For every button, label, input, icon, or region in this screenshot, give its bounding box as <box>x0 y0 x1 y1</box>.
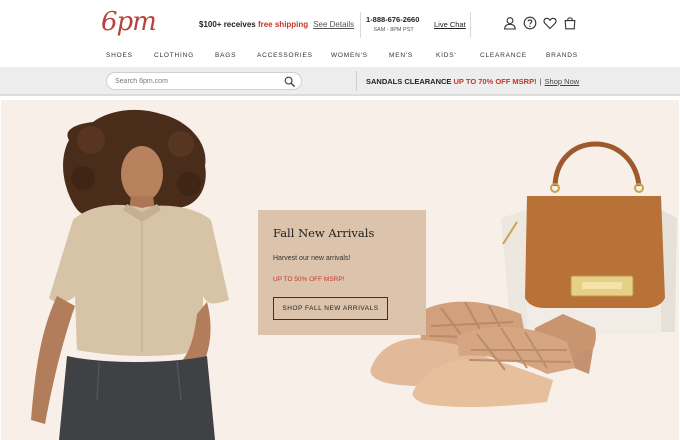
shop-now-link[interactable]: Shop Now <box>545 77 580 86</box>
model-illustration <box>31 109 229 440</box>
nav-mens[interactable]: MEN'S <box>389 52 413 59</box>
header-divider <box>470 12 471 38</box>
nav-brands[interactable]: BRANDS <box>546 52 578 59</box>
clearance-separator: | <box>539 77 542 86</box>
nav-bags[interactable]: BAGS <box>215 52 236 59</box>
shipping-promo: $100+ receives free shipping See Details <box>199 20 354 29</box>
handbag-illustration <box>501 141 677 334</box>
search-icon[interactable] <box>284 76 295 87</box>
shopping-bag-icon[interactable] <box>563 16 577 30</box>
support-hours: 6AM - 8PM PST <box>374 27 414 33</box>
promo-threshold: $100+ receives <box>199 20 258 29</box>
see-details-link[interactable]: See Details <box>313 20 354 29</box>
nav-clearance[interactable]: CLEARANCE <box>480 52 527 59</box>
promo-free-shipping: free shipping <box>257 20 309 29</box>
utility-bar: SANDALS CLEARANCE UP TO 70% OFF MSRP!|Sh… <box>0 67 680 96</box>
nav-womens[interactable]: WOMEN'S <box>331 52 368 59</box>
user-icon[interactable] <box>503 16 517 30</box>
nav-accessories[interactable]: ACCESSORIES <box>257 52 313 59</box>
search-box <box>106 72 302 90</box>
header-divider <box>360 12 361 38</box>
heart-icon[interactable] <box>543 16 557 30</box>
clearance-banner: SANDALS CLEARANCE UP TO 70% OFF MSRP! | Sh… <box>366 77 579 86</box>
site-logo[interactable]: 6pm <box>101 8 157 36</box>
hero-subtitle: Harvest our new arrivals! <box>273 255 351 262</box>
hero-offer: UP TO 50% OFF MSRP! <box>273 276 345 283</box>
phone-number[interactable]: 1-888-676-2660 <box>366 15 419 24</box>
search-input[interactable] <box>115 75 280 87</box>
nav-clothing[interactable]: CLOTHING <box>154 52 194 59</box>
utility-divider <box>356 71 357 91</box>
help-icon[interactable] <box>523 16 537 30</box>
nav-kids[interactable]: KIDS' <box>436 52 456 59</box>
live-chat-link[interactable]: Live Chat <box>434 20 466 29</box>
hero-title: Fall New Arrivals <box>273 226 375 240</box>
clearance-lead: SANDALS CLEARANCE <box>366 77 454 86</box>
hero-banner[interactable]: Fall New Arrivals Harvest our new arriva… <box>1 100 679 440</box>
clearance-discount: UP TO 70% OFF MSRP! <box>453 77 537 86</box>
category-nav: SHOES CLOTHING BAGS ACCESSORIES WOMEN'S … <box>0 46 680 67</box>
shop-fall-new-arrivals-button[interactable]: SHOP FALL NEW ARRIVALS <box>273 297 388 320</box>
promo-card: Fall New Arrivals Harvest our new arriva… <box>258 210 426 335</box>
site-header: 6pm $100+ receives free shipping See Deta… <box>0 0 680 46</box>
nav-shoes[interactable]: SHOES <box>106 52 133 59</box>
